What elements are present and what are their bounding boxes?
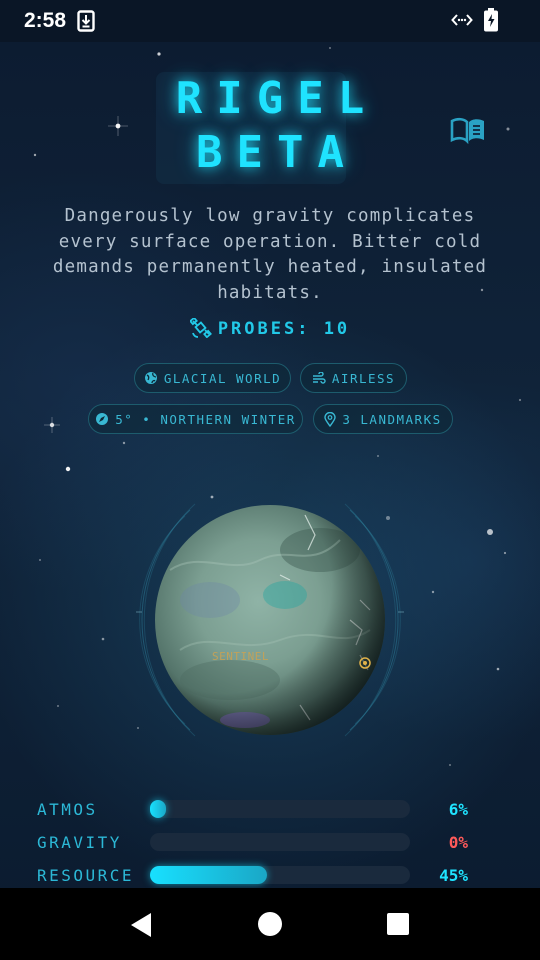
tag-label: AIRLESS [331, 370, 396, 386]
landmark-label: SENTINEL [212, 650, 269, 663]
stat-bar-track [150, 866, 410, 884]
tag-label: GLACIAL WORLD [163, 370, 282, 386]
recents-icon[interactable] [387, 913, 409, 935]
tag-label: 3 LANDMARKS [342, 411, 442, 427]
stat-label: ATMOS [37, 800, 98, 819]
stat-value: 45% [439, 866, 468, 885]
tag-season: 5° • NORTHERN WINTER [88, 404, 303, 434]
battery-charging-icon [484, 8, 498, 32]
navigation-bar [0, 888, 540, 960]
back-icon[interactable] [128, 911, 154, 939]
status-bar: 2:58 [0, 0, 540, 42]
wind-icon [312, 372, 326, 384]
status-time: 2:58 [24, 9, 67, 32]
data-transfer-icon [451, 14, 473, 26]
tag-glacial-world: GLACIAL WORLD [134, 363, 291, 393]
stat-bar-fill [150, 866, 267, 884]
probes-label: PROBES: 10 [217, 319, 351, 339]
download-notification-icon [77, 10, 95, 32]
tag-label: 5° • NORTHERN WINTER [115, 411, 296, 427]
map-pin-icon [324, 411, 337, 427]
app-screen: 2:58 RIGEL BETA Dangerously low gravity … [0, 0, 540, 960]
planet-description: Dangerously low gravity complicates ever… [52, 206, 488, 303]
stat-label: GRAVITY [37, 833, 122, 852]
stat-label: RESOURCE [37, 866, 135, 885]
stat-value: 0% [448, 833, 468, 852]
stat-bar-track [150, 833, 410, 851]
stat-bar-fill [150, 800, 166, 818]
planet-globe[interactable] [110, 480, 430, 760]
lore-book-icon[interactable] [450, 116, 486, 144]
satellite-icon [188, 316, 212, 339]
home-icon[interactable] [257, 911, 283, 937]
globe-icon [144, 372, 157, 384]
stat-value: 6% [448, 800, 468, 819]
tag-airless: AIRLESS [300, 363, 407, 393]
probes-count: PROBES: 10 [0, 316, 540, 339]
stat-bar-track [150, 800, 410, 818]
compass-icon [96, 413, 109, 425]
tag-landmarks: 3 LANDMARKS [313, 404, 453, 434]
